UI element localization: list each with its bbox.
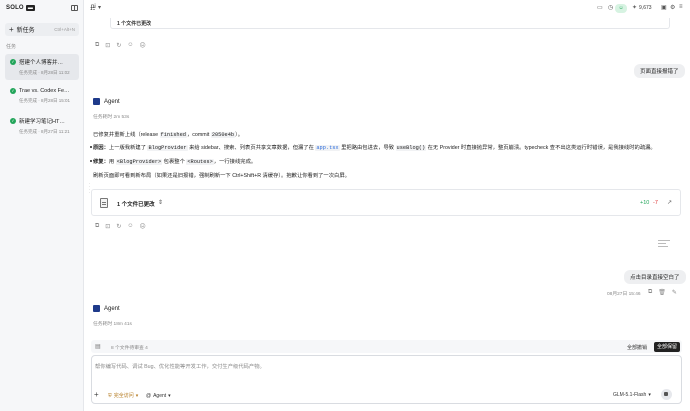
model-label: GLM-5.1-Flash	[613, 392, 647, 398]
bullet-dot	[90, 146, 92, 148]
bookmark-icon[interactable]: ⊡	[105, 223, 110, 230]
user-status-badge[interactable]: ☺	[615, 4, 627, 13]
refresh-icon[interactable]: ↻	[116, 223, 121, 230]
stop-button[interactable]	[661, 389, 672, 400]
task-status: 任务完成 · 8月27日 11:21	[19, 129, 70, 134]
user-message: 点击目录直接空白了	[624, 270, 686, 284]
refresh-icon[interactable]: ↻	[116, 42, 121, 49]
top-bar: ⚏ pi ▾ ☺ ✦ 9,673 ▭ ◷ ▣ ⚙ ≡	[84, 0, 690, 17]
task-title: 新建学习笔记HT…	[19, 119, 65, 125]
chevron-updown-icon[interactable]: ⇕	[158, 199, 163, 206]
agent-header: Agent	[93, 305, 120, 312]
new-task-label: 新任务	[16, 28, 35, 34]
external-link-icon[interactable]: ↗	[667, 199, 672, 206]
thumbs-up-icon[interactable]: ☺	[127, 223, 133, 230]
copy-icon[interactable]: ⧉	[95, 223, 99, 230]
edit-icon[interactable]: ✎	[672, 289, 677, 296]
logo-mark: ▬	[25, 5, 35, 11]
previous-file-card-title: 1 个文件已更改	[117, 21, 152, 27]
delete-icon[interactable]: 🗑	[658, 289, 666, 296]
fix-line: 修复：用 <BlogProvider> 包裹整个 <Routes>，一行接线完成…	[93, 159, 257, 165]
image-thumbnail[interactable]	[658, 240, 670, 248]
sidebar-task-item[interactable]: ✓ Trae vs. Codex Fe… 任务完成 · 8月28日 15:01	[5, 84, 79, 110]
access-mode-label: 完全访问	[113, 393, 134, 399]
check-circle-icon: ✓	[10, 118, 16, 124]
thumbs-down-icon[interactable]: ☹	[140, 223, 146, 230]
user-message-actions: ⧉ 🗑 ✎	[648, 289, 677, 296]
access-mode-selector[interactable]: ⛨ 完全访问 ▾	[105, 391, 141, 400]
sidebar: SOLO ▬ + 新任务 Ctrl+Alt+N 任务 ✓ 搭建个人博客并… 任务…	[0, 0, 84, 411]
history-icon[interactable]: ◷	[608, 4, 613, 11]
menu-icon[interactable]: ≡	[679, 4, 683, 10]
thumbs-down-icon[interactable]: ☹	[140, 42, 146, 49]
composer-placeholder[interactable]: 帮你编写代码、调试 Bug、优化性能等开发工作，交付生产级代码产物。	[95, 362, 265, 370]
additions-count: +10	[640, 200, 650, 206]
task-status: 任务完成 · 8月28日 11:02	[19, 70, 70, 75]
shield-icon: ⛨	[108, 392, 112, 399]
new-task-button[interactable]: + 新任务 Ctrl+Alt+N	[5, 23, 79, 36]
agent-logo-icon	[93, 305, 100, 312]
message-actions: ⧉ ⊡ ↻ ☺ ☹	[95, 223, 146, 230]
message-timestamp: 08月27日 15:46	[607, 292, 641, 297]
agent-header: Agent	[93, 98, 120, 105]
task-title: Trae vs. Codex Fe…	[19, 88, 70, 94]
sparkle-icon: ✦	[632, 5, 638, 11]
file-icon	[100, 198, 108, 208]
tasks-section-label: 任务	[6, 44, 17, 50]
chevron-down-icon: ▾	[648, 392, 651, 398]
check-circle-icon: ✓	[10, 59, 16, 65]
task-duration: 任务耗时 18m 41s	[93, 322, 132, 327]
agent-logo-icon	[93, 98, 100, 105]
plus-icon: +	[9, 25, 14, 34]
credits-counter[interactable]: ✦ 9,673	[632, 4, 652, 12]
credits-value: 9,673	[639, 4, 652, 11]
app-logo: SOLO ▬	[6, 5, 35, 11]
message-actions: ⧉ ⊡ ↻ ☺ ☹	[95, 42, 146, 49]
task-status: 任务完成 · 8月28日 15:01	[19, 98, 71, 103]
add-attachment-icon[interactable]: +	[94, 390, 99, 399]
chevron-down-icon[interactable]: ▾	[98, 4, 101, 11]
sidebar-task-item[interactable]: ✓ 搭建个人博客并… 任务完成 · 8月28日 11:02	[5, 54, 79, 80]
changed-files-card[interactable]: 1 个文件已更改 ⇕ +10 -7 ↗	[91, 189, 681, 216]
user-message: 页面直接报错了	[634, 64, 685, 78]
at-icon: @	[146, 392, 152, 399]
check-circle-icon: ✓	[10, 88, 16, 94]
sidebar-toggle-icon[interactable]	[71, 5, 78, 11]
agent-selector[interactable]: @ Agent ▾	[146, 391, 171, 400]
thumbs-up-icon[interactable]: ☺	[127, 42, 133, 49]
changed-files-title: 1 个文件已更改	[117, 202, 155, 208]
cause-line: 原因：上一版我新建了 BlogProvider 来给 sidebar、搜索、列表…	[93, 145, 656, 151]
project-name[interactable]: pi	[91, 4, 96, 10]
agent-name: Agent	[104, 98, 120, 105]
settings-icon[interactable]: ⚙	[670, 4, 675, 11]
model-selector[interactable]: GLM-5.1-Flash ▾	[613, 392, 651, 398]
copy-icon[interactable]: ⧉	[648, 289, 652, 296]
task-duration: 任务耗时 2m 53s	[93, 115, 130, 120]
discard-all-button[interactable]: 全部撤销	[627, 344, 647, 351]
chat-composer[interactable]: 帮你编写代码、调试 Bug、优化性能等开发工作，交付生产级代码产物。 + ⛨ 完…	[91, 355, 682, 404]
copy-icon[interactable]: ⧉	[95, 42, 99, 49]
new-task-shortcut: Ctrl+Alt+N	[54, 27, 75, 32]
previous-file-card[interactable]: 1 个文件已更改	[110, 18, 670, 29]
bullet-dot	[90, 160, 92, 162]
summary-line: 已修复并重新上线（release finished，commit 2050e4b…	[93, 132, 244, 138]
bookmark-icon[interactable]: ⊡	[105, 42, 110, 49]
task-title: 搭建个人博客并…	[19, 60, 64, 66]
sidebar-task-item[interactable]: ✓ 新建学习笔记HT… 任务完成 · 8月27日 11:21	[5, 113, 79, 139]
keep-all-button[interactable]: 全部保留	[654, 341, 680, 352]
deletions-count: -7	[653, 200, 658, 206]
agent-name: Agent	[104, 305, 120, 312]
chevron-down-icon: ▾	[168, 392, 171, 399]
window-icon[interactable]: ▭	[597, 4, 603, 11]
chevron-down-icon: ▾	[135, 392, 139, 399]
logo-text: SOLO	[6, 5, 24, 11]
pending-review-bar: ▤ 8 个文件待审查 4 全部撤销 全部保留	[91, 340, 682, 353]
agent-selector-label: Agent	[153, 392, 167, 399]
file-stack-icon: ▤	[95, 344, 101, 350]
layout-icon[interactable]: ▣	[661, 4, 667, 11]
pending-review-text[interactable]: 8 个文件待审查 4	[111, 344, 148, 351]
closing-line: 刷新页面即可看到新布局（如果还是旧报错，强制刷新一下 Ctrl+Shift+R …	[93, 173, 350, 179]
